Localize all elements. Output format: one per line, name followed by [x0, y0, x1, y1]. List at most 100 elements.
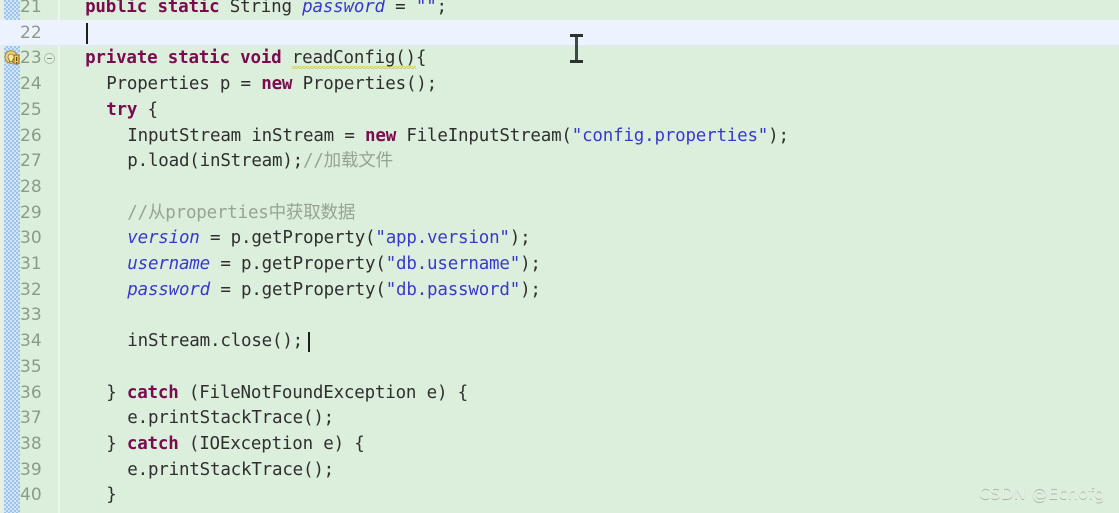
code-token: = p.getProperty( — [209, 254, 386, 274]
text-caret — [307, 332, 310, 353]
code-token: catch — [126, 433, 179, 454]
code-line-22[interactable]: 22 — [0, 19, 1119, 46]
code-token: Properties p = — [106, 74, 262, 95]
code-line-40[interactable]: 40} — [0, 482, 1119, 508]
code-token: public — [85, 0, 148, 17]
code-line-35[interactable]: 35 — [0, 354, 1119, 380]
code-text: version = p.getProperty("app.version"); — [127, 225, 530, 251]
code-token: password — [302, 0, 385, 17]
code-token: void — [240, 48, 282, 69]
code-token: ); — [520, 279, 541, 300]
line-number: 36 — [20, 382, 42, 403]
code-text: p.load(inStream);//加载文件 — [127, 148, 393, 174]
line-number: 24 — [20, 74, 42, 95]
text-caret — [86, 22, 89, 44]
code-line-23[interactable]: 23 private static void readConfig(){ — [0, 45, 1119, 71]
code-token: ); — [768, 125, 789, 146]
code-text: } catch (IOException e) { — [106, 431, 365, 457]
code-token: ); — [509, 228, 531, 249]
line-number: 37 — [20, 408, 42, 429]
line-number: 25 — [20, 99, 42, 120]
line-number: 27 — [20, 151, 42, 172]
code-token: "db.username" — [385, 254, 521, 274]
code-token: = p.getProperty( — [209, 279, 386, 300]
code-line-28[interactable]: 28 — [0, 174, 1119, 200]
line-number: 31 — [20, 254, 42, 274]
warning-lightbulb-icon[interactable] — [4, 49, 23, 66]
code-line-36[interactable]: 36} catch (FileNotFoundException e) { — [0, 380, 1119, 406]
code-line-31[interactable]: 31 username = p.getProperty("db.username"… — [0, 251, 1119, 277]
code-text: e.printStackTrace(); — [127, 457, 334, 483]
code-token: } — [106, 433, 127, 454]
code-line-29[interactable]: 29 //从properties中获取数据 — [0, 200, 1119, 226]
line-number: 34 — [20, 331, 42, 352]
line-number: 30 — [20, 228, 42, 249]
code-token: new — [365, 125, 397, 146]
line-number: 40 — [20, 485, 42, 506]
code-line-27[interactable]: 27 p.load(inStream);//加载文件 — [0, 148, 1119, 174]
code-token: (FileNotFoundException e) { — [178, 382, 468, 403]
code-token: { — [137, 99, 159, 120]
code-token: Properties(); — [292, 74, 438, 95]
code-token: ; — [436, 0, 448, 17]
line-number: 33 — [20, 305, 42, 326]
code-text: username = p.getProperty("db.username"); — [127, 251, 541, 277]
code-token: ); — [520, 254, 541, 274]
code-token: p.load(inStream); — [127, 151, 304, 172]
code-line-33[interactable]: 33 — [0, 302, 1119, 328]
code-token: static — [157, 0, 220, 17]
text-ibeam-cursor — [570, 34, 583, 63]
code-editor[interactable]: 21 public static String password = ""; 22 2… — [0, 0, 1119, 513]
code-token: } — [106, 382, 127, 403]
code-token: FileInputStream( — [396, 125, 572, 146]
code-line-21[interactable]: 21 public static String password = ""; — [0, 0, 1119, 20]
code-token: inStream.close(); — [127, 331, 304, 352]
code-text: } — [106, 482, 117, 508]
line-number: 32 — [20, 279, 42, 300]
code-token: "db.password" — [385, 279, 521, 300]
watermark: CSDN @Echofg — [978, 484, 1105, 503]
code-token: = — [384, 0, 416, 17]
line-number: 35 — [20, 356, 42, 377]
code-token: e.printStackTrace(); — [127, 459, 335, 480]
code-token: //加载文件 — [303, 151, 393, 172]
code-token: version — [127, 228, 200, 249]
code-token: InputStream inStream = — [127, 125, 366, 146]
code-text: password = p.getProperty("db.password"); — [127, 277, 541, 303]
code-line-26[interactable]: 26 InputStream inStream = new FileInputSt… — [0, 123, 1119, 149]
code-text: public static String password = ""; — [85, 0, 447, 20]
code-token: private — [85, 48, 158, 69]
code-line-30[interactable]: 30 version = p.getProperty("app.version")… — [0, 225, 1119, 251]
line-number: 26 — [20, 125, 42, 146]
code-token: catch — [126, 382, 179, 403]
code-token: "config.properties" — [571, 125, 769, 146]
code-token: String — [219, 0, 303, 17]
code-token: "" — [415, 0, 437, 17]
code-token: } — [106, 485, 117, 506]
code-line-25[interactable]: 25 try { — [0, 97, 1119, 123]
code-token: password — [127, 279, 210, 300]
code-line-32[interactable]: 32 password = p.getProperty("db.password"… — [0, 277, 1119, 303]
line-number: 21 — [20, 0, 42, 17]
code-token: readConfig() — [291, 48, 416, 70]
code-line-38[interactable]: 38} catch (IOException e) { — [0, 431, 1119, 457]
code-line-24[interactable]: 24 Properties p = new Properties(); — [0, 71, 1119, 97]
code-line-34[interactable]: 34 inStream.close(); — [0, 328, 1119, 354]
code-line-37[interactable]: 37 e.printStackTrace(); — [0, 405, 1119, 431]
code-line-39[interactable]: 39 e.printStackTrace(); — [0, 457, 1119, 483]
code-token: = p.getProperty( — [199, 228, 376, 249]
code-text: e.printStackTrace(); — [127, 405, 334, 431]
code-token: static — [167, 48, 230, 69]
code-text: //从properties中获取数据 — [127, 200, 355, 226]
code-text: Properties p = new Properties(); — [106, 71, 437, 97]
code-text: InputStream inStream = new FileInputStre… — [127, 123, 789, 149]
code-token: "app.version" — [375, 228, 510, 249]
code-token: { — [415, 48, 427, 69]
line-number: 29 — [20, 202, 42, 223]
line-number: 28 — [20, 176, 42, 197]
code-text: private static void readConfig(){ — [85, 45, 426, 71]
line-number: 39 — [20, 459, 42, 480]
